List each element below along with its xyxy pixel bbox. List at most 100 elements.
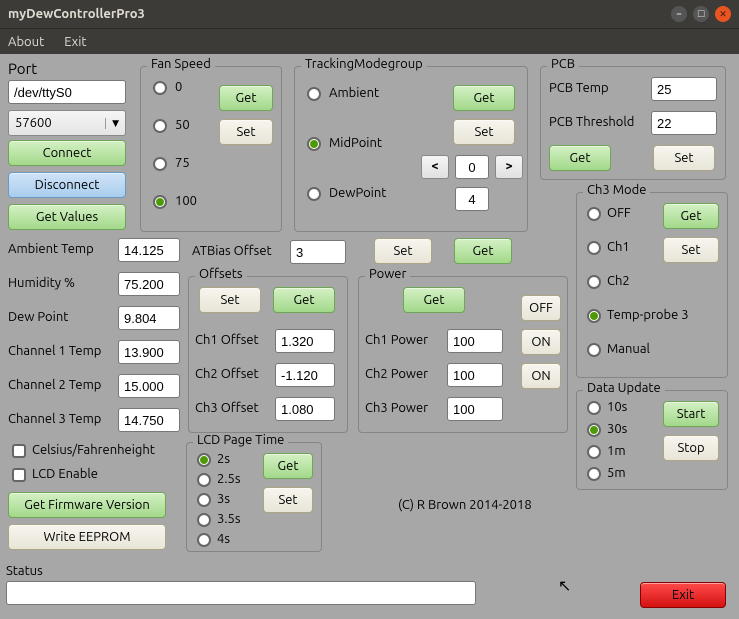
status-field[interactable] — [6, 581, 476, 605]
tracking-title: TrackingModegroup — [301, 57, 427, 71]
lcd-2p5s-radio[interactable] — [197, 473, 211, 487]
lcd-4s-radio[interactable] — [197, 533, 211, 547]
connect-button[interactable]: Connect — [8, 140, 126, 166]
fanspeed-75-label: 75 — [175, 156, 190, 170]
ch3-tp3-radio[interactable] — [587, 309, 601, 323]
fanspeed-get-button[interactable]: Get — [219, 85, 273, 111]
ch1-temp-value[interactable] — [118, 340, 180, 364]
getvalues-button[interactable]: Get Values — [8, 204, 126, 230]
port-label: Port — [8, 60, 37, 77]
lcd-enable-checkbox[interactable] — [12, 468, 26, 482]
tracking-midpoint-label: MidPoint — [329, 136, 382, 150]
tracking-below-value[interactable] — [455, 187, 489, 211]
offsets-title: Offsets — [195, 267, 247, 281]
dewpoint-label: Dew Point — [8, 310, 68, 324]
lcd-set-button[interactable]: Set — [263, 487, 313, 513]
tracking-decrement-button[interactable]: < — [421, 155, 449, 179]
atbias-label: ATBias Offset — [192, 244, 272, 258]
baud-select[interactable]: 57600 ▼ — [8, 110, 126, 136]
tracking-ambient-label: Ambient — [329, 86, 379, 100]
maximize-icon[interactable]: ☐ — [693, 6, 709, 22]
lcd-4s-label: 4s — [217, 532, 230, 546]
atbias-value[interactable] — [290, 240, 346, 264]
atbias-set-button[interactable]: Set — [374, 238, 432, 264]
fanspeed-75-radio[interactable] — [153, 157, 167, 171]
disconnect-button[interactable]: Disconnect — [8, 172, 126, 198]
ch3-manual-radio[interactable] — [587, 343, 601, 357]
ch3-set-button[interactable]: Set — [663, 237, 719, 263]
pcb-temp-value[interactable] — [651, 77, 717, 101]
ch3-offset-value[interactable] — [275, 397, 335, 421]
offsets-get-button[interactable]: Get — [273, 287, 335, 313]
fanspeed-50-label: 50 — [175, 118, 190, 132]
tracking-get-button[interactable]: Get — [453, 85, 515, 111]
close-icon[interactable]: ✕ — [715, 6, 731, 22]
ch3-ch1-radio[interactable] — [587, 241, 601, 255]
update-start-button[interactable]: Start — [663, 401, 719, 427]
fanspeed-set-button[interactable]: Set — [219, 119, 273, 145]
ch3-manual-label: Manual — [607, 342, 650, 356]
update-30s-radio[interactable] — [587, 423, 601, 437]
update-1m-label: 1m — [607, 444, 626, 458]
power-get-button[interactable]: Get — [403, 287, 465, 313]
fanspeed-100-radio[interactable] — [153, 195, 167, 209]
celsius-fahrenheit-checkbox[interactable] — [12, 444, 26, 458]
menu-about[interactable]: About — [8, 35, 44, 49]
pcb-threshold-label: PCB Threshold — [549, 115, 634, 129]
ch2-temp-value[interactable] — [118, 374, 180, 398]
ch3-off-radio[interactable] — [587, 207, 601, 221]
tracking-set-button[interactable]: Set — [453, 119, 515, 145]
offsets-set-button[interactable]: Set — [199, 287, 261, 313]
ch2-offset-value[interactable] — [275, 363, 335, 387]
update-1m-radio[interactable] — [587, 445, 601, 459]
lcd-3s-radio[interactable] — [197, 493, 211, 507]
exit-button[interactable]: Exit — [640, 582, 726, 608]
ch3-power-value[interactable] — [447, 397, 503, 421]
update-5m-label: 5m — [607, 466, 626, 480]
ch2-on-button[interactable]: ON — [521, 363, 561, 389]
lcd-3p5s-radio[interactable] — [197, 513, 211, 527]
tracking-ambient-radio[interactable] — [307, 87, 321, 101]
status-label: Status — [6, 564, 43, 578]
lcd-2p5s-label: 2.5s — [217, 472, 241, 486]
ch1-power-value[interactable] — [447, 329, 503, 353]
ch1-offset-value[interactable] — [275, 329, 335, 353]
port-device-input[interactable] — [8, 80, 126, 104]
update-stop-button[interactable]: Stop — [663, 435, 719, 461]
dewpoint-value[interactable] — [118, 306, 180, 330]
update-10s-radio[interactable] — [587, 401, 601, 415]
humidity-value[interactable] — [118, 272, 180, 296]
tracking-center-value[interactable] — [455, 155, 489, 179]
ambient-temp-label: Ambient Temp — [8, 242, 94, 256]
minimize-icon[interactable]: – — [671, 6, 687, 22]
tracking-dewpoint-radio[interactable] — [307, 187, 321, 201]
tracking-midpoint-radio[interactable] — [307, 137, 321, 151]
menu-exit[interactable]: Exit — [64, 35, 86, 49]
lcd-3s-label: 3s — [217, 492, 230, 506]
ch1-on-button[interactable]: ON — [521, 329, 561, 355]
update-10s-label: 10s — [607, 400, 627, 414]
update-5m-radio[interactable] — [587, 467, 601, 481]
fanspeed-0-radio[interactable] — [153, 81, 167, 95]
lcd-page-title: LCD Page Time — [193, 433, 288, 447]
pcb-set-button[interactable]: Set — [653, 145, 715, 171]
ch3-ch2-radio[interactable] — [587, 275, 601, 289]
ch3-temp-label: Channel 3 Temp — [8, 412, 101, 426]
firmware-version-button[interactable]: Get Firmware Version — [8, 492, 166, 518]
lcd-2s-label: 2s — [217, 452, 230, 466]
pcb-get-button[interactable]: Get — [549, 145, 611, 171]
celsius-fahrenheit-label: Celsius/Fahrenheight — [32, 443, 155, 457]
lcd-2s-radio[interactable] — [197, 453, 211, 467]
atbias-get-button[interactable]: Get — [454, 238, 512, 264]
fanspeed-50-radio[interactable] — [153, 119, 167, 133]
ch3-get-button[interactable]: Get — [663, 203, 719, 229]
pcb-threshold-value[interactable] — [651, 111, 717, 135]
ch3-temp-value[interactable] — [118, 408, 180, 432]
ch2-power-label: Ch2 Power — [365, 367, 428, 381]
write-eeprom-button[interactable]: Write EEPROM — [8, 524, 166, 550]
tracking-increment-button[interactable]: > — [495, 155, 523, 179]
ch2-power-value[interactable] — [447, 363, 503, 387]
power-off-button[interactable]: OFF — [521, 295, 561, 321]
ambient-temp-value[interactable] — [118, 238, 180, 262]
lcd-get-button[interactable]: Get — [263, 453, 313, 479]
